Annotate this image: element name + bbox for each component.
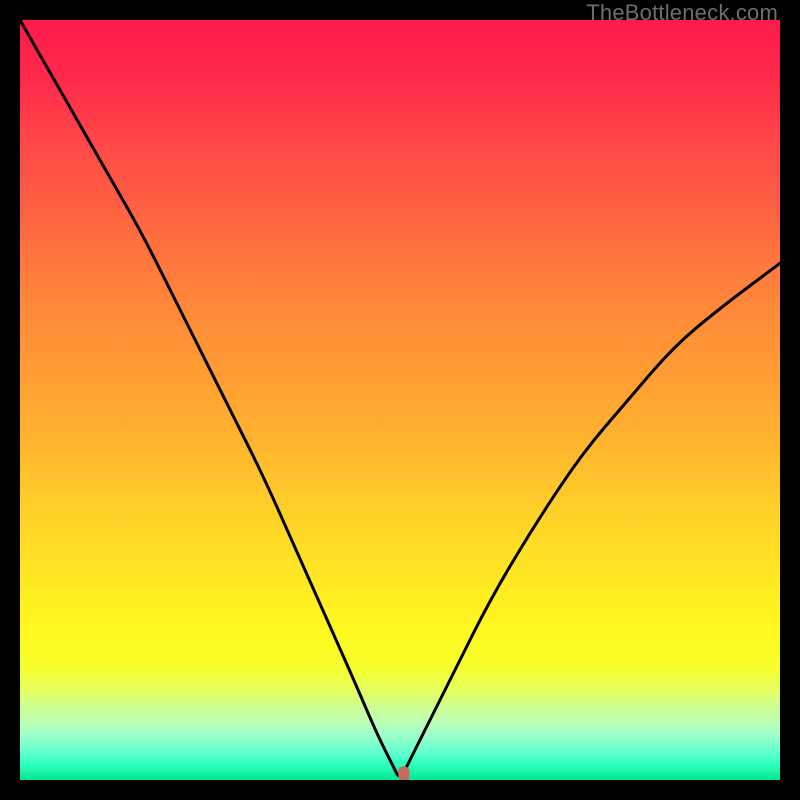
bottleneck-curve <box>20 20 780 780</box>
plot-area <box>20 20 780 780</box>
chart-frame: TheBottleneck.com <box>0 0 800 800</box>
curve-line <box>20 20 780 776</box>
optimal-marker <box>398 766 409 780</box>
